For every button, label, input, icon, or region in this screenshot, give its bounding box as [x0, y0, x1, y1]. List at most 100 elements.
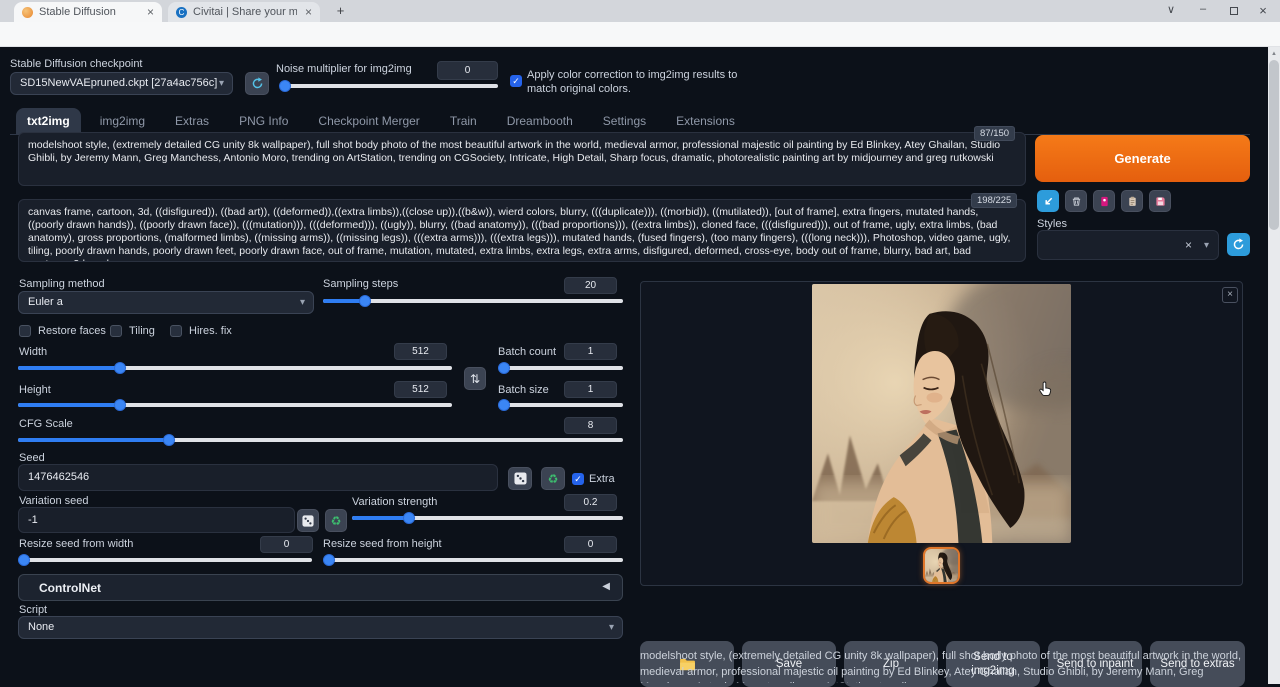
batch-size-input[interactable]: 1 [564, 381, 617, 398]
new-tab-button[interactable]: + [332, 3, 349, 20]
extra-seed-checkbox[interactable]: ✓ [572, 473, 584, 485]
height-input[interactable]: 512 [394, 381, 447, 398]
clear-prompt-button[interactable] [1065, 190, 1087, 212]
paste-generation-params-button[interactable] [1037, 190, 1059, 212]
tab-img2img[interactable]: img2img [89, 108, 156, 134]
extra-networks-button[interactable] [1093, 190, 1115, 212]
browser-tab-civitai[interactable]: C Civitai | Share your models × [168, 2, 320, 22]
sampling-method-value: Euler a [28, 296, 63, 308]
floppy-save-icon [1155, 196, 1166, 207]
chevron-down-icon: ▾ [300, 292, 305, 313]
width-slider[interactable] [18, 362, 452, 374]
tab-checkpoint-merger[interactable]: Checkpoint Merger [307, 108, 430, 134]
random-variation-seed-button[interactable] [297, 509, 319, 532]
styles-refresh-button[interactable] [1227, 233, 1250, 256]
prompt-textarea[interactable]: modelshoot style, (extremely detailed CG… [18, 132, 1026, 186]
width-input[interactable]: 512 [394, 343, 447, 360]
save-style-button[interactable] [1149, 190, 1171, 212]
checkpoint-refresh-button[interactable] [245, 72, 269, 95]
cfg-scale-label: CFG Scale [19, 418, 73, 430]
tab-train[interactable]: Train [439, 108, 488, 134]
card-icon [1099, 196, 1110, 207]
width-label: Width [19, 346, 47, 358]
tab-close-icon[interactable]: × [297, 5, 312, 19]
tab-extensions[interactable]: Extensions [665, 108, 746, 134]
browser-tab-stable-diffusion[interactable]: Stable Diffusion × [14, 2, 162, 22]
window-close-button[interactable]: × [1252, 3, 1274, 18]
batch-count-input[interactable]: 1 [564, 343, 617, 360]
sampling-steps-label: Sampling steps [323, 278, 398, 290]
tab-close-icon[interactable]: × [139, 5, 154, 19]
styles-label: Styles [1037, 218, 1067, 230]
batch-count-label: Batch count [498, 346, 556, 358]
variation-strength-slider[interactable] [352, 512, 623, 524]
resize-seed-height-slider[interactable] [323, 554, 623, 566]
scrollbar-up-icon[interactable]: ▲ [1268, 47, 1280, 57]
cfg-scale-input[interactable]: 8 [564, 417, 617, 434]
generate-button[interactable]: Generate [1035, 135, 1250, 182]
window-minimize-button[interactable]: – [1192, 3, 1214, 15]
window-maximize-button[interactable] [1230, 7, 1238, 15]
clear-styles-icon[interactable]: × [1185, 238, 1192, 252]
negative-token-counter: 198/225 [971, 193, 1017, 208]
sampling-method-dropdown[interactable]: Euler a ▾ [18, 291, 314, 314]
stable-diffusion-favicon [22, 7, 33, 18]
resize-seed-width-input[interactable]: 0 [260, 536, 313, 553]
prompt-token-counter: 87/150 [974, 126, 1015, 141]
variation-strength-input[interactable]: 0.2 [564, 494, 617, 511]
swap-icon: ⇅ [470, 372, 480, 386]
generated-image[interactable] [812, 284, 1071, 543]
noise-multiplier-input[interactable]: 0 [437, 61, 498, 80]
resize-seed-height-label: Resize seed from height [323, 538, 442, 550]
controlnet-accordion[interactable]: ControlNet ◀ [18, 574, 623, 601]
checkpoint-label: Stable Diffusion checkpoint [10, 58, 143, 70]
script-dropdown[interactable]: None ▾ [18, 616, 623, 639]
refresh-icon [251, 77, 264, 90]
tiling-checkbox[interactable] [110, 325, 122, 337]
random-seed-button[interactable] [508, 467, 532, 490]
resize-seed-height-input[interactable]: 0 [564, 536, 617, 553]
tab-settings[interactable]: Settings [592, 108, 657, 134]
gallery-thumbnail-selected[interactable] [923, 547, 960, 584]
checkpoint-dropdown[interactable]: SD15NewVAEpruned.ckpt [27a4ac756c] ▾ [10, 72, 233, 95]
scrollbar-thumb[interactable] [1269, 60, 1279, 230]
hires-fix-checkbox[interactable] [170, 325, 182, 337]
seed-input[interactable]: 1476462546 [18, 464, 498, 491]
noise-multiplier-slider[interactable] [281, 80, 498, 92]
tab-txt2img[interactable]: txt2img [16, 108, 81, 134]
variation-seed-input[interactable]: -1 [18, 507, 295, 533]
restore-faces-checkbox[interactable] [19, 325, 31, 337]
window-chevron-icon[interactable]: ∨ [1160, 3, 1182, 16]
color-correction-checkbox[interactable]: ✓ [510, 75, 522, 87]
browser-toolbar: ← → i 127.0.0.1:7860 ☆ ⋮ [0, 22, 1280, 47]
restore-faces-label: Restore faces [38, 325, 106, 337]
sampling-steps-slider[interactable] [323, 295, 623, 307]
cfg-scale-slider[interactable] [18, 434, 623, 446]
resize-seed-width-slider[interactable] [18, 554, 312, 566]
sampling-steps-input[interactable]: 20 [564, 277, 617, 294]
batch-count-slider[interactable] [498, 362, 623, 374]
apply-style-button[interactable] [1121, 190, 1143, 212]
batch-size-label: Batch size [498, 384, 549, 396]
reuse-seed-button[interactable]: ♻ [541, 467, 565, 490]
styles-dropdown[interactable]: × ▾ [1037, 230, 1219, 260]
trash-icon [1071, 196, 1082, 207]
hires-fix-label: Hires. fix [189, 325, 232, 337]
negative-prompt-textarea[interactable]: canvas frame, cartoon, 3d, ((disfigured)… [18, 199, 1026, 262]
height-label: Height [19, 384, 51, 396]
tab-extras[interactable]: Extras [164, 108, 220, 134]
close-gallery-icon[interactable]: × [1222, 287, 1238, 303]
tab-dreambooth[interactable]: Dreambooth [496, 108, 584, 134]
noise-multiplier-label: Noise multiplier for img2img [276, 63, 412, 75]
height-slider[interactable] [18, 399, 452, 411]
swap-width-height-button[interactable]: ⇅ [464, 367, 486, 390]
clipboard-icon [1127, 196, 1138, 207]
variation-strength-label: Variation strength [352, 496, 437, 508]
stable-diffusion-webui: Stable Diffusion checkpoint SD15NewVAEpr… [0, 47, 1268, 684]
script-label: Script [19, 604, 47, 616]
tab-png-info[interactable]: PNG Info [228, 108, 299, 134]
reuse-variation-seed-button[interactable]: ♻ [325, 509, 347, 532]
chevron-down-icon: ▾ [219, 73, 224, 94]
batch-size-slider[interactable] [498, 399, 623, 411]
arrow-down-left-icon [1043, 196, 1054, 207]
